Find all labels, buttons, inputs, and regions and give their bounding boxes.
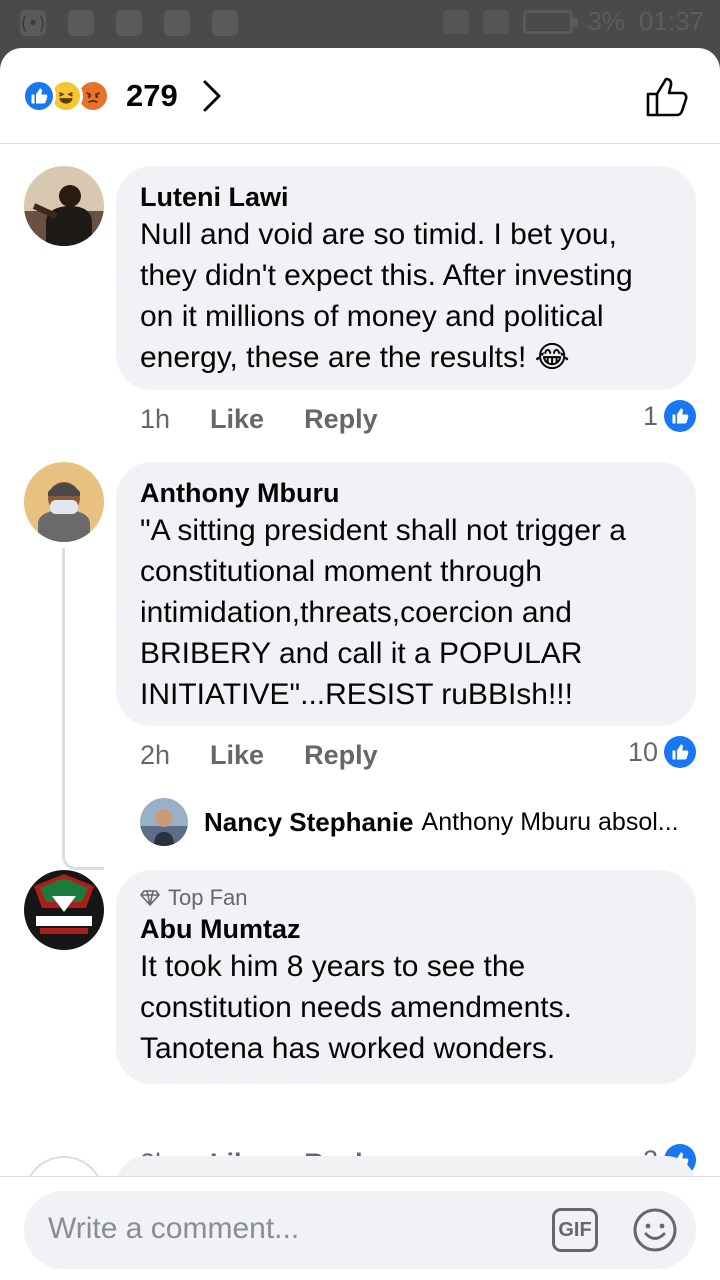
comments-sheet: 279 Luteni Lawi Null and void are so tim… bbox=[0, 48, 720, 1280]
comment-bubble[interactable]: Luteni Lawi Null and void are so timid. … bbox=[116, 166, 696, 390]
app-icon bbox=[68, 10, 94, 36]
like-icon bbox=[664, 736, 696, 768]
commenter-name[interactable]: Anthony Mburu bbox=[140, 476, 672, 510]
like-icon bbox=[22, 79, 56, 113]
comment-input[interactable]: Write a comment... GIF bbox=[24, 1191, 696, 1269]
mail-icon bbox=[212, 10, 238, 36]
like-icon bbox=[664, 400, 696, 432]
reaction-summary[interactable] bbox=[22, 79, 110, 113]
comment-time: 1h bbox=[140, 404, 171, 434]
like-button[interactable]: Like bbox=[210, 740, 264, 771]
chevron-right-icon[interactable] bbox=[201, 79, 223, 118]
comment-body: "A sitting president shall not trigger a… bbox=[140, 514, 626, 711]
diamond-icon bbox=[140, 890, 160, 906]
avatar[interactable] bbox=[24, 870, 104, 950]
comment-like-count[interactable]: 1 bbox=[643, 400, 696, 432]
avatar[interactable] bbox=[140, 798, 188, 846]
thread-line bbox=[62, 548, 104, 870]
comment-like-count[interactable]: 10 bbox=[628, 736, 696, 768]
comment-actions: 1h Like Reply bbox=[140, 404, 418, 435]
reply-preview[interactable]: Nancy Stephanie Anthony Mburu absol... bbox=[140, 798, 679, 846]
reply-button[interactable]: Reply bbox=[304, 404, 378, 435]
reply-text: Anthony Mburu absol... bbox=[421, 807, 679, 836]
commenter-name[interactable]: Luteni Lawi bbox=[140, 180, 672, 214]
commenter-name[interactable]: Abu Mumtaz bbox=[140, 912, 672, 946]
battery-percent: 3% bbox=[587, 6, 625, 36]
comment-text: Null and void are so timid. I bet you, t… bbox=[140, 214, 672, 378]
notification-icons: (•) bbox=[20, 10, 238, 36]
signal-icon bbox=[483, 9, 510, 34]
like-button[interactable]: Like bbox=[210, 404, 264, 435]
comment-time: 2h bbox=[140, 740, 171, 770]
comment-composer: Write a comment... GIF bbox=[0, 1176, 720, 1280]
top-fan-badge: Top Fan bbox=[140, 884, 672, 912]
avatar[interactable] bbox=[24, 166, 104, 246]
comment-bubble[interactable]: Top Fan Abu Mumtaz It took him 8 years t… bbox=[116, 870, 696, 1084]
comment-bubble[interactable]: Anthony Mburu "A sitting president shall… bbox=[116, 462, 696, 726]
reactions-header: 279 bbox=[0, 48, 720, 144]
hotspot-icon: (•) bbox=[20, 10, 46, 36]
comment-actions: 2h Like Reply bbox=[140, 740, 418, 771]
top-fan-label: Top Fan bbox=[168, 885, 248, 910]
status-bar: (•) 3% 01:37 bbox=[0, 0, 720, 48]
clock: 01:37 bbox=[638, 6, 704, 36]
emoji-icon[interactable] bbox=[632, 1207, 678, 1253]
avatar[interactable] bbox=[24, 462, 104, 542]
gif-button[interactable]: GIF bbox=[552, 1208, 598, 1252]
like-count-value: 10 bbox=[627, 736, 658, 767]
laughing-emoji: 😂 bbox=[534, 340, 570, 375]
image-icon bbox=[116, 10, 142, 36]
battery-icon bbox=[523, 9, 579, 34]
wifi-icon bbox=[443, 9, 470, 34]
reply-button[interactable]: Reply bbox=[304, 740, 378, 771]
comment-body: It took him 8 years to see the constitut… bbox=[140, 950, 572, 1065]
comment-placeholder: Write a comment... bbox=[48, 1212, 300, 1245]
reply-author-name[interactable]: Nancy Stephanie bbox=[204, 807, 414, 838]
system-icons: 3% 01:37 bbox=[443, 6, 704, 37]
sync-icon bbox=[164, 10, 190, 36]
reaction-count[interactable]: 279 bbox=[126, 78, 178, 114]
like-post-button[interactable] bbox=[644, 74, 692, 123]
like-count-value: 1 bbox=[642, 400, 658, 431]
